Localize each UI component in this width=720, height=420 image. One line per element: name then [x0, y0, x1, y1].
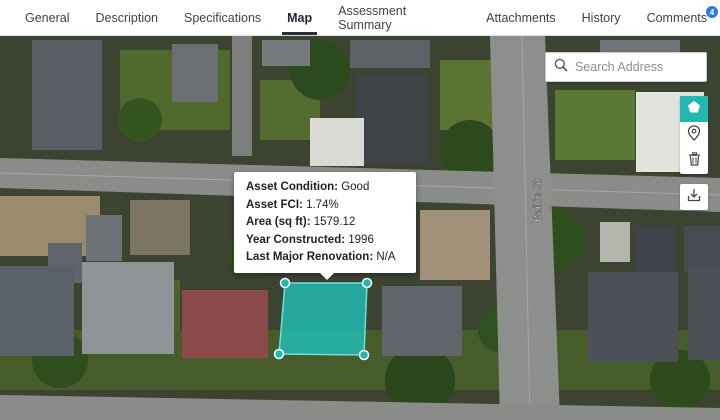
tab-label: Comments	[646, 10, 707, 25]
tab-label: Description	[95, 10, 159, 25]
tab-general[interactable]: General	[12, 0, 82, 35]
parcel-vertex-handle[interactable]	[361, 277, 373, 289]
street-label: Baillie St	[532, 179, 544, 222]
polygon-icon	[687, 100, 701, 119]
row-label: Last Major Renovation:	[246, 251, 374, 263]
tab-label: Specifications	[184, 10, 262, 25]
asset-condition-row: Asset Condition: Good	[246, 179, 404, 197]
draw-polygon-button[interactable]	[680, 96, 708, 122]
trash-icon	[688, 151, 701, 171]
row-value: 1579.12	[313, 216, 356, 228]
row-value: Good	[341, 181, 370, 193]
tab-comments[interactable]: Comments 4	[634, 0, 720, 35]
tab-specifications[interactable]: Specifications	[171, 0, 274, 35]
parcel-vertex-handle[interactable]	[279, 277, 291, 289]
tab-description[interactable]: Description	[82, 0, 171, 35]
row-value: 1.74%	[306, 198, 339, 211]
area-row: Area (sq ft): 1579.12	[246, 214, 404, 232]
asset-fci-row: Asset FCI: 1.74%	[246, 197, 404, 215]
tab-map[interactable]: Map	[274, 0, 325, 35]
row-label: Area (sq ft):	[246, 216, 311, 228]
search-icon	[554, 58, 568, 77]
row-value: N/A	[376, 251, 396, 263]
comments-count-badge: 4	[706, 6, 718, 18]
download-icon	[687, 188, 701, 207]
tab-history[interactable]: History	[569, 0, 634, 35]
row-label: Year Constructed:	[246, 233, 346, 246]
tab-label: Attachments	[486, 10, 556, 25]
search-input[interactable]	[575, 60, 705, 74]
tab-label: History	[581, 10, 621, 25]
download-button[interactable]	[680, 184, 708, 210]
tab-label: General	[25, 10, 70, 25]
tab-assessment-summary[interactable]: Assessment Summary	[325, 0, 473, 35]
selected-parcel[interactable]	[278, 282, 368, 356]
tab-label: Assessment Summary	[338, 3, 407, 32]
parcel-vertex-handle[interactable]	[273, 348, 285, 360]
parcel-vertex-handle[interactable]	[358, 349, 370, 361]
tab-label: Map	[287, 10, 313, 25]
tab-attachments[interactable]: Attachments	[473, 0, 568, 35]
drop-pin-button[interactable]	[680, 122, 708, 148]
year-constructed-row: Year Constructed: 1996	[246, 232, 404, 250]
address-search-box[interactable]	[545, 52, 707, 82]
delete-shape-button[interactable]	[680, 148, 708, 174]
tab-bar: General Description Specifications Map A…	[0, 0, 720, 36]
row-label: Asset FCI:	[246, 198, 303, 211]
last-renovation-row: Last Major Renovation: N/A	[246, 249, 404, 267]
pin-icon	[687, 124, 701, 146]
draw-toolbar	[680, 96, 708, 174]
asset-info-popup: Asset Condition: Good Asset FCI: 1.74% A…	[234, 172, 416, 280]
row-value: 1996	[348, 233, 374, 246]
row-label: Asset Condition:	[246, 181, 338, 193]
